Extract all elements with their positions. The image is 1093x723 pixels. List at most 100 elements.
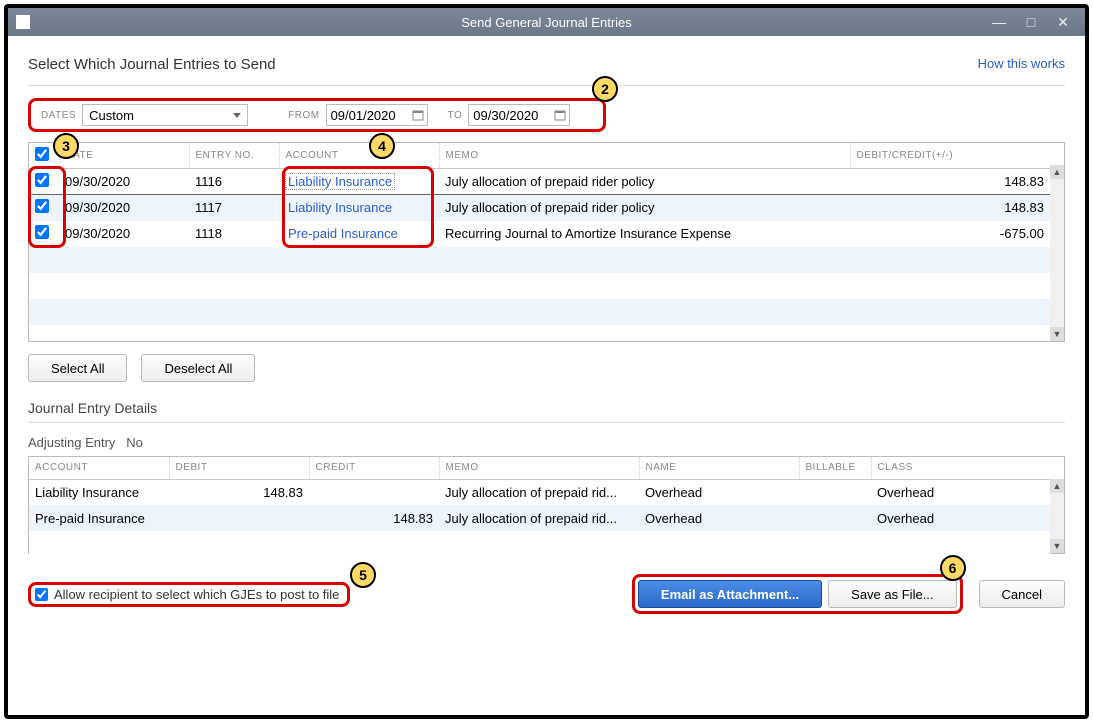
- details-table: ACCOUNT DEBIT CREDIT MEMO NAME BILLABLE …: [28, 456, 1065, 554]
- cell-credit: 148.83: [309, 505, 439, 531]
- cell-memo: July allocation of prepaid rid...: [439, 505, 639, 531]
- cell-billable: [799, 479, 871, 505]
- account-link[interactable]: Pre-paid Insurance: [285, 225, 401, 242]
- account-link[interactable]: Liability Insurance: [285, 173, 395, 190]
- row-checkbox[interactable]: [35, 225, 49, 239]
- minimize-icon[interactable]: —: [987, 13, 1011, 31]
- calendar-icon[interactable]: [409, 109, 427, 121]
- cell-memo: Recurring Journal to Amortize Insurance …: [439, 221, 850, 247]
- row-checkbox[interactable]: [35, 173, 49, 187]
- cell-class: Overhead: [871, 479, 1050, 505]
- col-class[interactable]: CLASS: [871, 457, 1050, 479]
- to-date-field[interactable]: [468, 104, 570, 126]
- adjusting-entry-row: Adjusting Entry No: [28, 435, 1065, 450]
- date-filter-row: DATES Custom FROM TO: [28, 98, 606, 132]
- col-entry-no[interactable]: ENTRY NO.: [189, 143, 279, 169]
- annotation-6: 6: [940, 555, 966, 581]
- table-row[interactable]: [29, 299, 1050, 325]
- col-debit-credit[interactable]: DEBIT/CREDIT(+/-): [850, 143, 1050, 169]
- deselect-all-button[interactable]: Deselect All: [141, 354, 255, 382]
- to-label: TO: [442, 110, 469, 121]
- from-label: FROM: [282, 110, 325, 121]
- app-window: Send General Journal Entries — □ ✕ Selec…: [4, 4, 1089, 719]
- page-title: Select Which Journal Entries to Send: [28, 56, 1065, 73]
- cell-amount: -675.00: [850, 221, 1050, 247]
- table-row[interactable]: Pre-paid Insurance 148.83 July allocatio…: [29, 505, 1050, 531]
- row-checkbox[interactable]: [35, 199, 49, 213]
- to-date-input[interactable]: [469, 108, 551, 123]
- annotation-3: 3: [53, 133, 79, 159]
- cancel-button[interactable]: Cancel: [979, 580, 1065, 608]
- cell-amount: 148.83: [850, 195, 1050, 221]
- scrollbar[interactable]: ▲ ▼: [1050, 165, 1064, 341]
- scrollbar[interactable]: ▲ ▼: [1050, 479, 1064, 553]
- col-account[interactable]: ACCOUNT: [29, 457, 169, 479]
- cell-date: 09/30/2020: [59, 195, 189, 221]
- cell-name: Overhead: [639, 505, 799, 531]
- table-row[interactable]: Liability Insurance 148.83 July allocati…: [29, 479, 1050, 505]
- from-date-input[interactable]: [327, 108, 409, 123]
- select-all-button[interactable]: Select All: [28, 354, 127, 382]
- cell-account: Liability Insurance: [29, 479, 169, 505]
- scroll-up-icon[interactable]: ▲: [1050, 479, 1064, 493]
- table-row[interactable]: [29, 247, 1050, 273]
- cell-memo: July allocation of prepaid rid...: [439, 479, 639, 505]
- col-account[interactable]: ACCOUNT: [279, 143, 439, 169]
- table-row[interactable]: 09/30/2020 1117 Liability Insurance July…: [29, 195, 1050, 221]
- cell-entry-no: 1116: [189, 169, 279, 195]
- save-as-file-button[interactable]: Save as File...: [828, 580, 956, 608]
- scroll-down-icon[interactable]: ▼: [1050, 539, 1064, 553]
- select-all-checkbox[interactable]: [35, 147, 49, 161]
- scroll-up-icon[interactable]: ▲: [1050, 165, 1064, 179]
- col-debit[interactable]: DEBIT: [169, 457, 309, 479]
- cell-memo: July allocation of prepaid rider policy: [439, 195, 850, 221]
- dates-label: DATES: [35, 110, 82, 121]
- col-billable[interactable]: BILLABLE: [799, 457, 871, 479]
- cell-account: Pre-paid Insurance: [29, 505, 169, 531]
- cell-credit: [309, 479, 439, 505]
- dates-value: Custom: [89, 108, 134, 123]
- cell-entry-no: 1117: [189, 195, 279, 221]
- maximize-icon[interactable]: □: [1019, 13, 1043, 31]
- adj-value: No: [126, 435, 143, 450]
- cell-amount: 148.83: [850, 169, 1050, 195]
- cell-billable: [799, 505, 871, 531]
- cell-debit: [169, 505, 309, 531]
- chevron-down-icon: [233, 113, 241, 118]
- cell-memo: July allocation of prepaid rider policy: [439, 169, 850, 195]
- dates-dropdown[interactable]: Custom: [82, 104, 248, 126]
- cell-date: 09/30/2020: [59, 221, 189, 247]
- allow-recipient-checkbox[interactable]: [35, 588, 48, 601]
- annotation-5: 5: [350, 562, 376, 588]
- annotation-2: 2: [592, 76, 618, 102]
- col-credit[interactable]: CREDIT: [309, 457, 439, 479]
- cell-date: 09/30/2020: [59, 169, 189, 195]
- from-date-field[interactable]: [326, 104, 428, 126]
- annotation-4: 4: [369, 133, 395, 159]
- close-icon[interactable]: ✕: [1051, 13, 1075, 31]
- allow-recipient-label: Allow recipient to select which GJEs to …: [54, 587, 339, 602]
- email-as-attachment-button[interactable]: Email as Attachment...: [638, 580, 822, 608]
- details-title: Journal Entry Details: [28, 400, 1065, 416]
- cell-name: Overhead: [639, 479, 799, 505]
- window-title: Send General Journal Entries: [461, 15, 632, 30]
- calendar-icon[interactable]: [551, 109, 569, 121]
- scroll-down-icon[interactable]: ▼: [1050, 327, 1064, 341]
- titlebar: Send General Journal Entries — □ ✕: [8, 8, 1085, 36]
- send-buttons-group: Email as Attachment... Save as File... 6: [632, 574, 963, 614]
- how-this-works-link[interactable]: How this works: [978, 56, 1065, 71]
- entries-table: DATE ENTRY NO. ACCOUNT MEMO DEBIT/CREDIT…: [28, 142, 1065, 342]
- adj-label: Adjusting Entry: [28, 435, 115, 450]
- col-memo[interactable]: MEMO: [439, 143, 850, 169]
- col-memo[interactable]: MEMO: [439, 457, 639, 479]
- col-name[interactable]: NAME: [639, 457, 799, 479]
- table-row[interactable]: 09/30/2020 1118 Pre-paid Insurance Recur…: [29, 221, 1050, 247]
- app-icon: [16, 15, 30, 29]
- cell-entry-no: 1118: [189, 221, 279, 247]
- table-row[interactable]: [29, 273, 1050, 299]
- table-row[interactable]: 09/30/2020 1116 Liability Insurance July…: [29, 169, 1050, 195]
- cell-class: Overhead: [871, 505, 1050, 531]
- table-row[interactable]: [29, 531, 1050, 557]
- cell-debit: 148.83: [169, 479, 309, 505]
- account-link[interactable]: Liability Insurance: [285, 199, 395, 216]
